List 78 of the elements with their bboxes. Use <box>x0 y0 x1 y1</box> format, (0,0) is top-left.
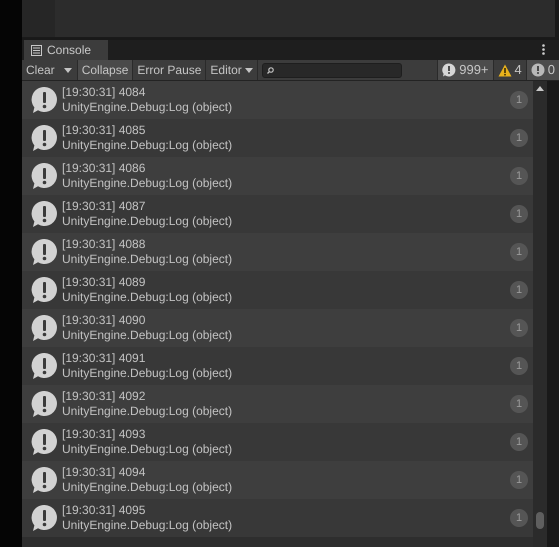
log-message: [19:30:31] 4087 <box>62 199 146 214</box>
info-filter-button[interactable]: 999+ <box>437 60 493 80</box>
log-entry[interactable]: [19:30:31] 4089 UnityEngine.Debug:Log (object) 1 <box>22 271 533 309</box>
log-message-icon <box>31 124 58 152</box>
console-icon <box>31 44 42 56</box>
caret-icon <box>64 68 72 72</box>
count-badge: 1 <box>510 319 528 337</box>
scrollbar-thumb[interactable] <box>536 512 544 529</box>
log-message-icon <box>31 428 58 456</box>
log-message: [19:30:31] 4094 <box>62 465 146 480</box>
clear-button[interactable]: Clear <box>22 60 59 80</box>
caret-icon <box>244 68 253 72</box>
toggle-button[interactable]: Collapse <box>78 60 134 80</box>
log-stack-trace: UnityEngine.Debug:Log (object) <box>62 290 234 305</box>
scroll-up-icon[interactable] <box>536 86 544 91</box>
count-badge: 1 <box>510 129 528 147</box>
more-options-icon[interactable] <box>542 44 545 55</box>
count-badge: 1 <box>510 243 528 261</box>
log-stack-trace: UnityEngine.Debug:Log (object) <box>62 252 234 267</box>
log-entry[interactable]: [19:30:31] 4087 UnityEngine.Debug:Log (object) 1 <box>22 195 533 233</box>
log-stack-trace: UnityEngine.Debug:Log (object) <box>62 518 234 533</box>
count-badge: 1 <box>510 433 528 451</box>
log-stack-trace: UnityEngine.Debug:Log (object) <box>62 404 234 419</box>
log-message-icon <box>31 390 58 418</box>
log-entry[interactable]: [19:30:31] 4092 UnityEngine.Debug:Log (object) 1 <box>22 385 533 423</box>
count-badge: 1 <box>510 509 528 527</box>
console-tab[interactable]: Console <box>24 40 108 60</box>
log-entry[interactable]: [19:30:31] 4095 UnityEngine.Debug:Log (object) 1 <box>22 499 533 537</box>
log-entry[interactable]: [19:30:31] 4088 UnityEngine.Debug:Log (object) 1 <box>22 233 533 271</box>
log-message-icon <box>31 200 58 228</box>
search-field[interactable] <box>262 62 402 78</box>
log-message-icon <box>31 162 58 190</box>
log-stack-trace: UnityEngine.Debug:Log (object) <box>62 100 234 115</box>
log-entry[interactable]: [19:30:31] 4085 UnityEngine.Debug:Log (object) 1 <box>22 119 533 157</box>
search-icon <box>266 66 274 74</box>
log-entry[interactable]: [19:30:31] 4093 UnityEngine.Debug:Log (object) 1 <box>22 423 533 461</box>
toggle-button[interactable]: Error Pause <box>133 60 206 80</box>
count-badge: 1 <box>510 91 528 109</box>
log-message: [19:30:31] 4085 <box>62 123 146 138</box>
log-stack-trace: UnityEngine.Debug:Log (object) <box>62 328 234 343</box>
log-message: [19:30:31] 4091 <box>62 351 146 366</box>
log-entry[interactable]: [19:30:31] 4094 UnityEngine.Debug:Log (object) 1 <box>22 461 533 499</box>
error-filter-button[interactable]: 0 <box>526 60 559 80</box>
log-message-icon <box>31 466 58 494</box>
warning-icon <box>498 64 512 76</box>
log-message: [19:30:31] 4089 <box>62 275 146 290</box>
log-message-icon <box>31 86 58 114</box>
log-stack-trace: UnityEngine.Debug:Log (object) <box>62 480 234 495</box>
log-message: [19:30:31] 4088 <box>62 237 146 252</box>
log-stack-trace: UnityEngine.Debug:Log (object) <box>62 138 234 153</box>
log-message: [19:30:31] 4092 <box>62 389 146 404</box>
log-entry[interactable]: [19:30:31] 4086 UnityEngine.Debug:Log (object) 1 <box>22 157 533 195</box>
log-stack-trace: UnityEngine.Debug:Log (object) <box>62 442 234 457</box>
log-entry[interactable]: [19:30:31] 4084 UnityEngine.Debug:Log (object) 1 <box>22 81 533 119</box>
log-message-icon <box>31 352 58 380</box>
count-badge: 1 <box>510 281 528 299</box>
dropdown-button[interactable]: Editor <box>206 60 258 80</box>
log-message: [19:30:31] 4084 <box>62 85 146 100</box>
log-message-icon <box>31 238 58 266</box>
log-message-icon <box>31 276 58 304</box>
log-message: [19:30:31] 4093 <box>62 427 146 442</box>
count-badge: 1 <box>510 357 528 375</box>
log-message: [19:30:31] 4095 <box>62 503 146 518</box>
log-entry[interactable]: [19:30:31] 4091 UnityEngine.Debug:Log (object) 1 <box>22 347 533 385</box>
count-badge: 1 <box>510 395 528 413</box>
log-message: [19:30:31] 4086 <box>62 161 146 176</box>
log-message-icon <box>31 504 58 532</box>
log-message: [19:30:31] 4090 <box>62 313 146 328</box>
count-badge: 1 <box>510 471 528 489</box>
count-badge: 1 <box>510 167 528 185</box>
log-stack-trace: UnityEngine.Debug:Log (object) <box>62 176 234 191</box>
error-icon <box>530 63 545 77</box>
log-stack-trace: UnityEngine.Debug:Log (object) <box>62 366 234 381</box>
info-icon <box>442 63 456 77</box>
log-entry[interactable]: [19:30:31] 4090 UnityEngine.Debug:Log (object) 1 <box>22 309 533 347</box>
log-stack-trace: UnityEngine.Debug:Log (object) <box>62 214 234 229</box>
count-badge: 1 <box>510 205 528 223</box>
log-message-icon <box>31 314 58 342</box>
